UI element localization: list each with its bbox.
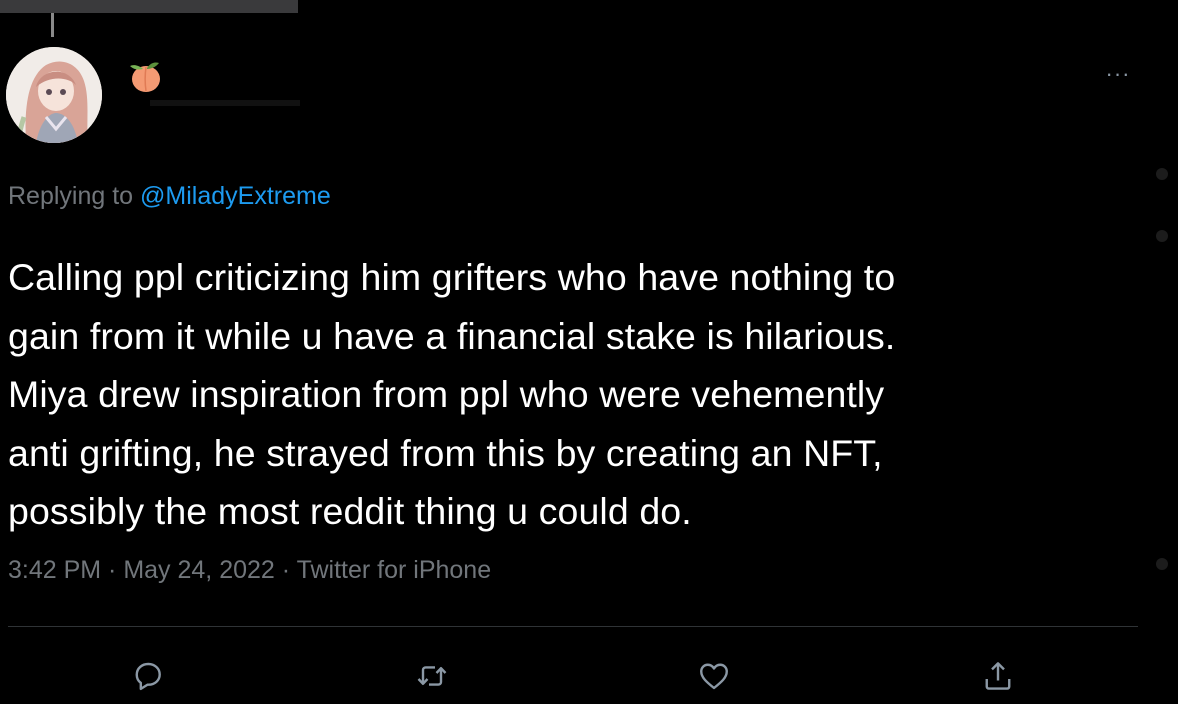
action-bar [0,648,1178,704]
top-bar-divider [51,13,54,37]
more-options-button[interactable]: ··· [1098,61,1138,86]
author-name-row[interactable] [126,56,166,96]
more-options-icon: ··· [1105,61,1131,86]
replying-to: Replying to @MiladyExtreme [8,182,331,211]
tweet-text: Calling ppl criticizing him grifters who… [8,248,1128,541]
like-button[interactable] [692,654,736,698]
tweet-text-line: gain from it while u have a financial st… [8,314,896,357]
top-bar-strip [0,0,298,13]
scroll-marker [1156,230,1168,242]
scroll-marker [1156,168,1168,180]
tweet-text-line: Calling ppl criticizing him grifters who… [8,256,896,298]
share-button[interactable] [976,654,1020,698]
tweet-text-line: anti grifting, he strayed from this by c… [8,431,883,474]
tweet-text-line: Miya drew inspiration from ppl who were … [8,373,885,415]
retweet-button[interactable] [410,654,454,698]
divider [8,626,1138,627]
tweet-text-line: possibly the most reddit thing u could d… [8,490,692,532]
heart-icon [700,663,728,690]
avatar-image [6,47,102,143]
tweet-timestamp[interactable]: 3:42 PM · May 24, 2022 · Twitter for iPh… [8,556,491,585]
peach-icon [130,62,160,92]
reply-icon [135,662,161,691]
scroll-marker [1156,558,1168,570]
reply-button[interactable] [126,654,170,698]
avatar[interactable] [6,47,102,143]
retweet-icon [417,666,447,686]
redacted-name [150,100,300,106]
replying-handle-link[interactable]: @MiladyExtreme [140,182,331,210]
share-icon [985,662,1011,690]
replying-prefix: Replying to [8,182,134,210]
